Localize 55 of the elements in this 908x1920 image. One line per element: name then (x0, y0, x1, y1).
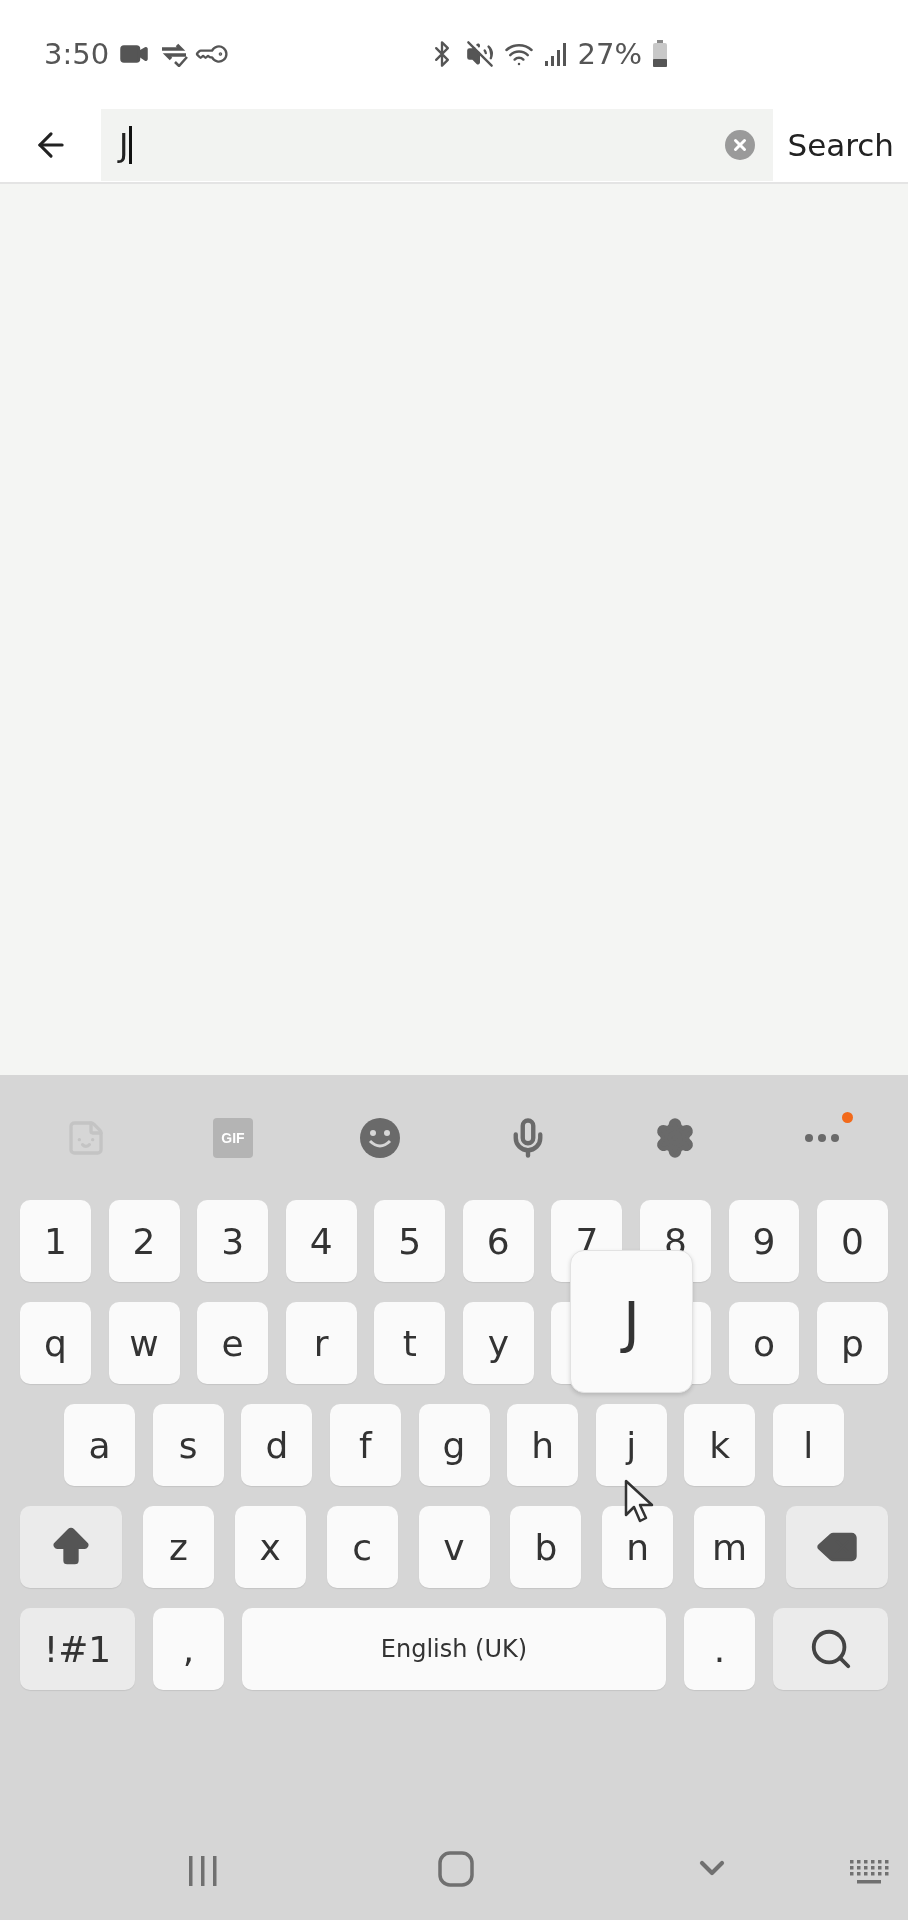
key[interactable]: x (234, 1506, 306, 1588)
key[interactable]: . (684, 1608, 755, 1690)
more-icon (804, 1132, 841, 1143)
battery-percent: 27% (577, 36, 642, 71)
key[interactable]: v (418, 1506, 490, 1588)
home-button[interactable] (437, 1850, 475, 1888)
key[interactable]: g (418, 1404, 490, 1486)
key[interactable]: 5 (374, 1200, 446, 1282)
key[interactable]: m (694, 1506, 766, 1588)
emoji-icon (359, 1116, 402, 1159)
search-key[interactable] (773, 1608, 888, 1690)
search-field[interactable]: J (101, 108, 774, 181)
key[interactable]: j (595, 1404, 667, 1486)
status-time: 3:50 (44, 36, 110, 71)
key[interactable]: p (817, 1302, 889, 1384)
key[interactable]: e (197, 1302, 269, 1384)
rounded-square-icon (437, 1850, 475, 1888)
key[interactable]: t (374, 1302, 446, 1384)
key[interactable]: q (20, 1302, 91, 1384)
signal-icon (543, 40, 568, 67)
key[interactable]: a (64, 1404, 136, 1486)
key[interactable]: , (153, 1608, 224, 1690)
key[interactable]: 9 (728, 1200, 800, 1282)
symbols-key[interactable]: !#1 (20, 1608, 135, 1690)
key-preview-tooltip: J (570, 1250, 693, 1393)
key[interactable]: s (152, 1404, 224, 1486)
shift-key[interactable] (20, 1506, 122, 1588)
key[interactable]: z (142, 1506, 214, 1588)
key[interactable]: c (326, 1506, 398, 1588)
key[interactable]: f (329, 1404, 401, 1486)
key[interactable]: b (510, 1506, 582, 1588)
battery-icon (652, 39, 668, 68)
recent-apps-button[interactable] (186, 1854, 220, 1888)
gif-icon: GIF (213, 1117, 253, 1158)
key[interactable]: k (684, 1404, 756, 1486)
key[interactable]: 0 (817, 1200, 889, 1282)
key[interactable]: 6 (462, 1200, 534, 1282)
key[interactable]: 3 (197, 1200, 269, 1282)
space-key[interactable]: English (UK) (242, 1608, 666, 1690)
key[interactable]: h (507, 1404, 579, 1486)
three-bars-icon (186, 1854, 220, 1888)
key[interactable]: 1 (20, 1200, 91, 1282)
key[interactable]: l (772, 1404, 844, 1486)
clear-button[interactable] (725, 129, 756, 160)
key[interactable]: 2 (108, 1200, 180, 1282)
key[interactable]: 4 (285, 1200, 357, 1282)
key[interactable]: o (728, 1302, 800, 1384)
key[interactable]: w (108, 1302, 180, 1384)
key[interactable]: y (462, 1302, 534, 1384)
key[interactable]: d (241, 1404, 313, 1486)
search-button[interactable]: Search (773, 108, 908, 181)
key[interactable]: r (285, 1302, 357, 1384)
key[interactable]: n (602, 1506, 674, 1588)
backspace-key[interactable] (786, 1506, 888, 1588)
mute-icon (465, 39, 494, 68)
